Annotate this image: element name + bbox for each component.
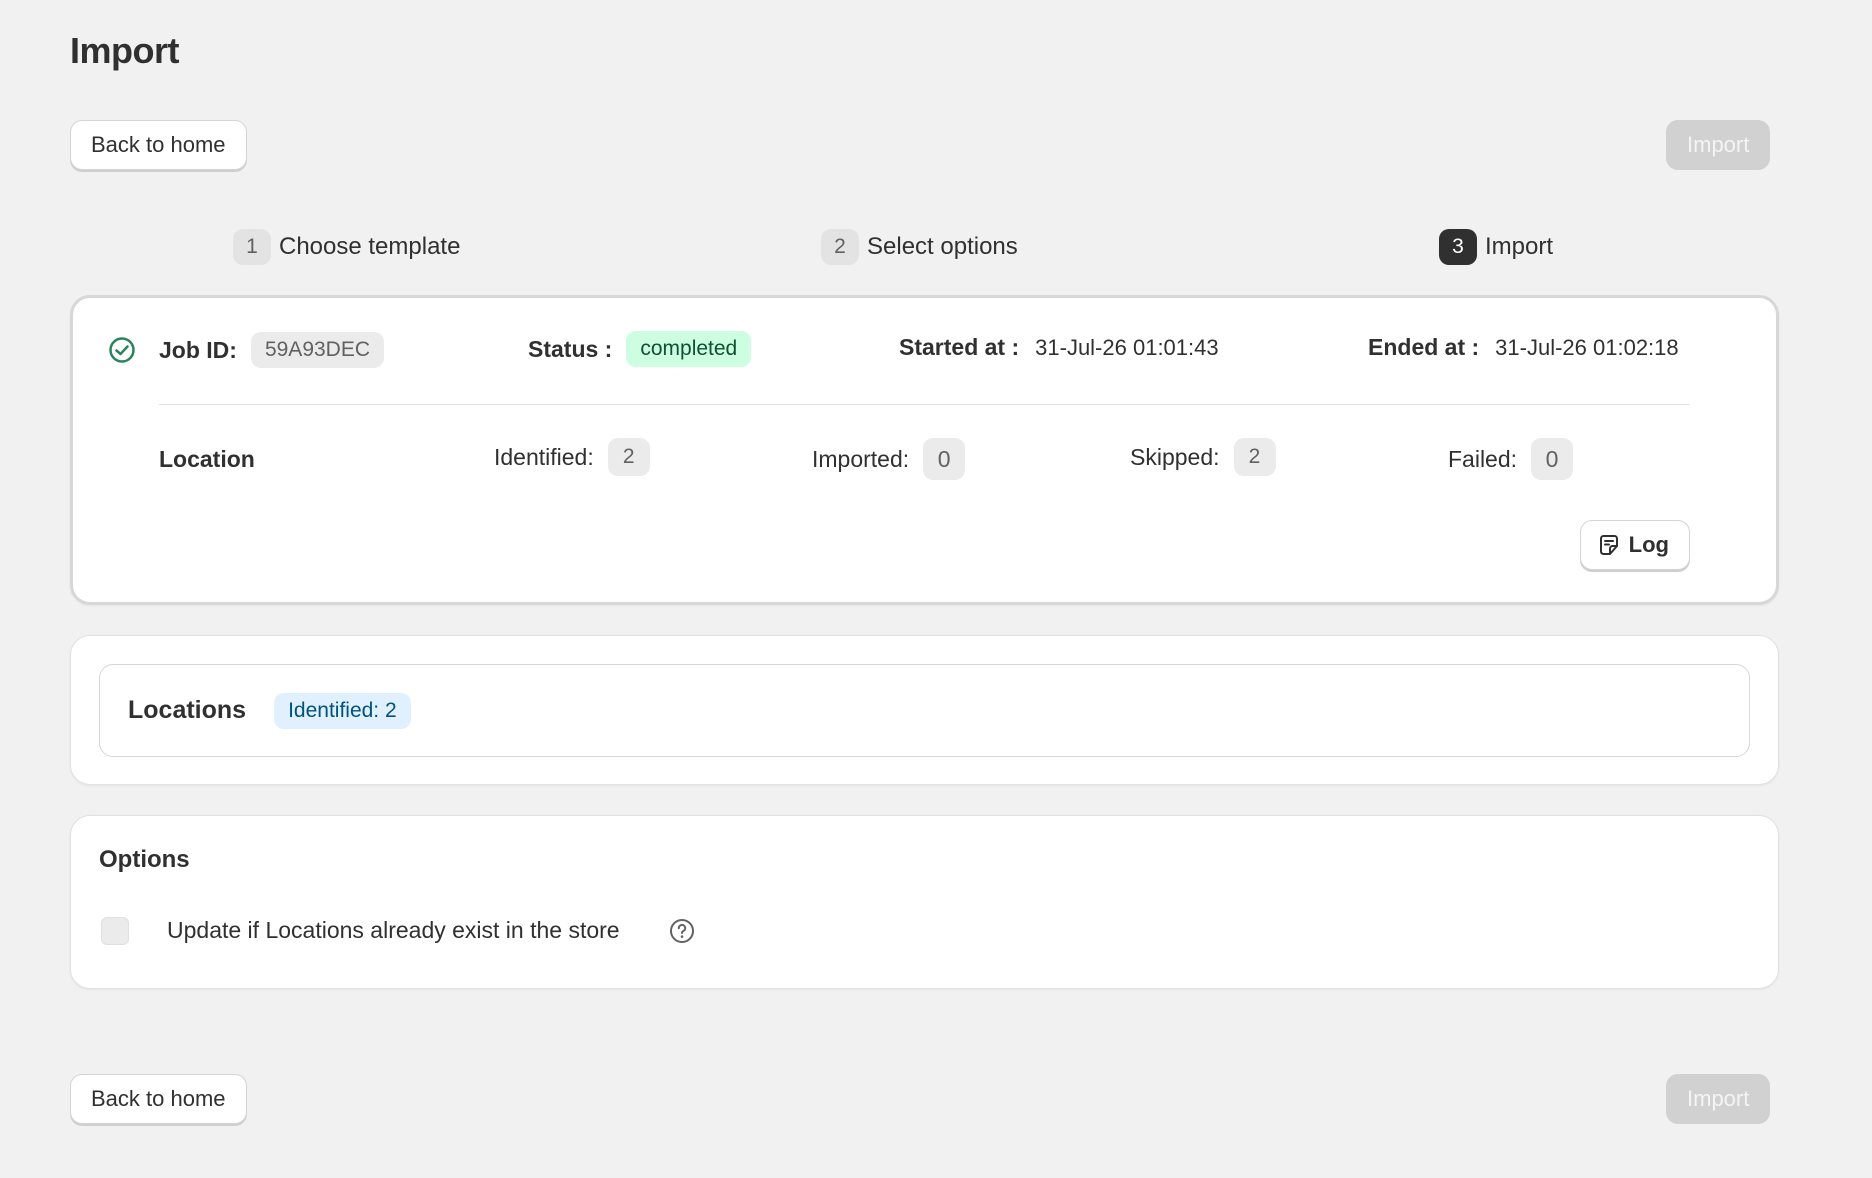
step-number-active: 3 (1439, 229, 1477, 265)
skipped-count: 2 (1233, 438, 1276, 476)
identified-label: Identified: (494, 443, 594, 470)
locations-card: Locations Identified: 2 (70, 635, 1779, 785)
back-to-home-button-footer[interactable]: Back to home (70, 1074, 247, 1124)
update-existing-checkbox[interactable] (101, 917, 129, 945)
ended-at-value: 31-Jul-26 01:02:18 (1495, 334, 1679, 360)
entity-label: Location (159, 446, 255, 472)
failed-count: 0 (1531, 438, 1574, 480)
step-label: Select options (867, 233, 1018, 260)
options-card: Options Update if Locations already exis… (70, 815, 1779, 989)
job-id-value: 59A93DEC (250, 332, 385, 368)
page-title: Import (70, 30, 180, 71)
identified-count: 2 (607, 438, 650, 476)
entity-name: Location (159, 446, 255, 473)
job-card: Job ID: 59A93DEC Status : completed Star… (70, 295, 1779, 605)
stat-identified: Identified: 2 (494, 438, 650, 476)
check-circle-icon (108, 336, 136, 364)
step-number: 1 (233, 229, 271, 265)
locations-summary: Locations Identified: 2 (99, 664, 1750, 757)
ended-at-label: Ended at : (1368, 334, 1480, 360)
step-number: 2 (821, 229, 859, 265)
imported-count: 0 (923, 438, 966, 480)
import-button-footer[interactable]: Import (1666, 1074, 1771, 1124)
ended-at-field: Ended at : 31-Jul-26 01:02:18 (1368, 334, 1679, 361)
failed-label: Failed: (1448, 445, 1518, 472)
step-label: Choose template (279, 233, 461, 260)
started-at-value: 31-Jul-26 01:01:43 (1035, 334, 1219, 360)
started-at-label: Started at : (899, 334, 1020, 360)
stat-imported: Imported: 0 (812, 438, 966, 480)
question-circle-icon[interactable] (669, 918, 695, 944)
status-label: Status : (528, 335, 613, 362)
options-title: Options (99, 846, 190, 873)
skipped-label: Skipped: (1130, 443, 1220, 470)
job-id-label: Job ID: (159, 336, 237, 363)
stat-failed: Failed: 0 (1448, 438, 1574, 480)
log-button[interactable]: Log (1579, 520, 1690, 570)
status-badge: completed (626, 331, 752, 367)
stat-skipped: Skipped: 2 (1130, 438, 1276, 476)
divider (159, 404, 1690, 405)
back-to-home-button[interactable]: Back to home (70, 120, 247, 170)
step-import: 3 Import (1439, 229, 1553, 265)
step-select-options: 2 Select options (821, 229, 1018, 265)
locations-title: Locations (128, 696, 247, 724)
identified-badge: Identified: 2 (274, 692, 411, 729)
step-label: Import (1485, 233, 1554, 260)
imported-label: Imported: (812, 445, 910, 472)
update-existing-label: Update if Locations already exist in the… (167, 917, 620, 943)
status-field: Status : completed (528, 331, 752, 367)
log-label: Log (1628, 532, 1669, 557)
step-choose-template: 1 Choose template (233, 229, 460, 265)
job-id-field: Job ID: 59A93DEC (159, 332, 385, 368)
import-button[interactable]: Import (1666, 120, 1771, 170)
started-at-field: Started at : 31-Jul-26 01:01:43 (899, 334, 1219, 361)
note-icon (1597, 533, 1621, 557)
